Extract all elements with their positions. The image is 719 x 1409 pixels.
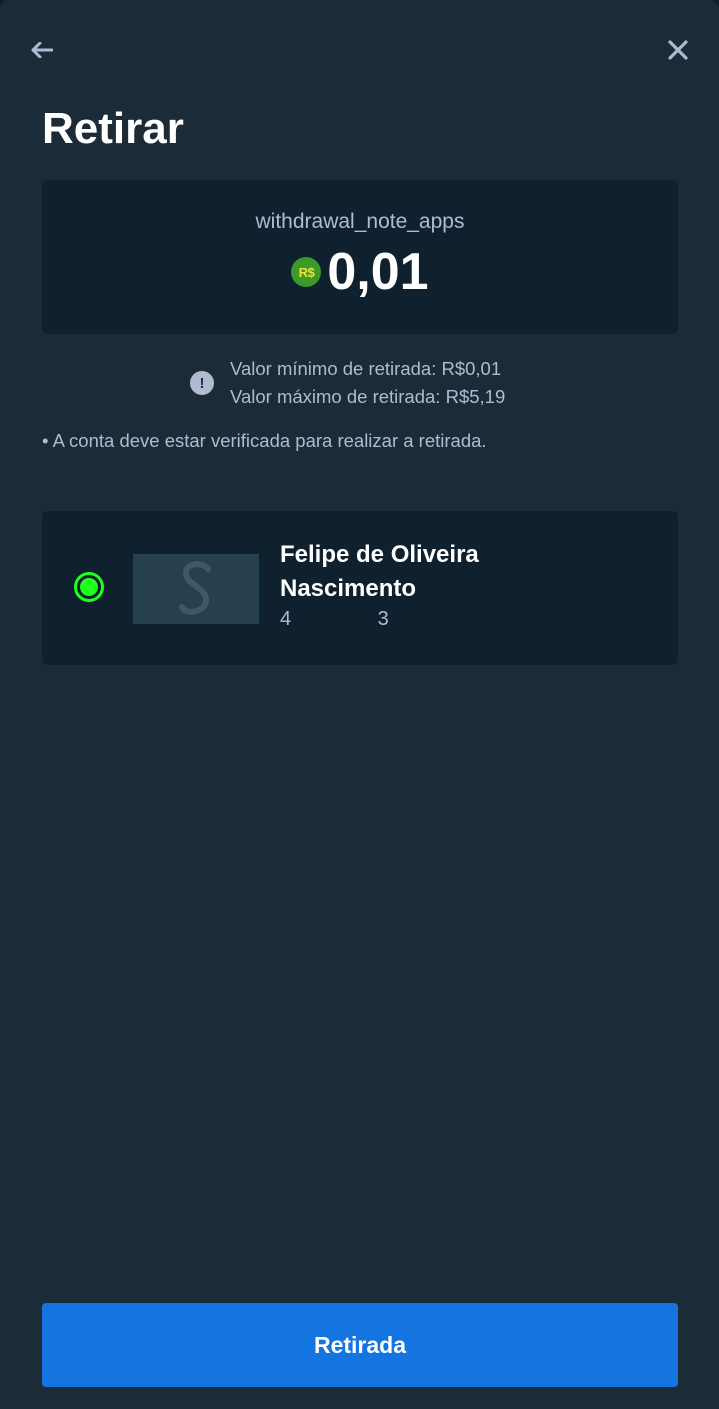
account-number-start: 4: [280, 608, 292, 630]
amount-display: R$ 0,01: [42, 242, 678, 302]
arrow-left-icon: [31, 42, 53, 58]
account-number: 43: [280, 608, 389, 631]
amount-card: withdrawal_note_apps R$ 0,01: [42, 180, 678, 334]
currency-icon: R$: [291, 257, 322, 287]
verification-note: • A conta deve estar verificada para rea…: [42, 430, 487, 451]
close-icon: [668, 40, 688, 60]
account-holder-name: Felipe de Oliveira Nascimento: [280, 541, 479, 602]
bank-account-option[interactable]: Felipe de Oliveira Nascimento 43: [42, 511, 678, 665]
withdraw-modal: Retirar withdrawal_note_apps R$ 0,01 ! V…: [0, 0, 719, 1409]
close-button[interactable]: [658, 30, 698, 70]
withdraw-button[interactable]: Retirada: [42, 1303, 678, 1387]
max-withdrawal-text: Valor máximo de retirada: R$5,19: [230, 386, 506, 407]
bank-logo-icon: [179, 561, 211, 615]
amount-value: 0,01: [327, 243, 429, 301]
bank-logo: [133, 554, 259, 624]
page-title: Retirar: [42, 104, 184, 153]
account-number-end: 3: [377, 608, 390, 630]
withdrawal-limits: ! Valor mínimo de retirada: R$0,01 Valor…: [190, 355, 505, 411]
back-button[interactable]: [22, 30, 62, 70]
radio-selected-icon[interactable]: [74, 572, 104, 602]
withdrawal-note: withdrawal_note_apps: [255, 210, 465, 233]
min-withdrawal-text: Valor mínimo de retirada: R$0,01: [230, 358, 502, 379]
info-icon: !: [190, 371, 214, 395]
